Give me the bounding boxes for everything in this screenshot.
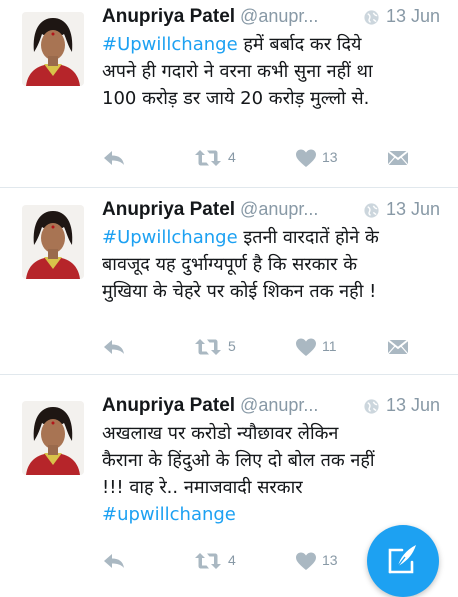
tweet-text-line: मुखिया के चेहरे पर कोई शिकन तक नही !: [102, 281, 377, 302]
hashtag-link[interactable]: #Upwillchange: [102, 34, 238, 55]
tweet-text: #Upwillchange इतनी वारदातें होने के बावज…: [102, 224, 458, 305]
tweet-text-line: इतनी वारदातें होने के: [237, 227, 379, 248]
globe-icon: [364, 399, 379, 414]
heart-icon: [296, 338, 316, 356]
reply-icon: [104, 151, 124, 165]
author-handle[interactable]: @anupr...: [240, 6, 318, 26]
tweet-header: Anupriya Patel @anupr... 13 Jun: [102, 395, 454, 421]
like-count: 13: [322, 149, 338, 165]
avatar[interactable]: [22, 401, 84, 475]
tweet-text-line: बावजूद यह दुर्भाग्यपूर्ण है कि सरकार के: [102, 254, 358, 275]
tweet-text-line: 100 करोड़ डर जाये 20 करोड़ मुल्लो से.: [102, 88, 370, 109]
reply-button[interactable]: [102, 148, 126, 170]
retweet-icon: [195, 150, 221, 166]
retweet-button[interactable]: [194, 551, 222, 573]
tweet-text-line: अखलाख पर करोडो न्यौछावर लेकिन: [102, 423, 339, 444]
heart-icon: [296, 552, 316, 570]
like-count: 11: [322, 338, 337, 354]
like-count: 13: [322, 552, 338, 568]
tweet-text-line: !!! वाह रे.. नमाजवादी सरकार: [102, 477, 303, 498]
tweet-text: अखलाख पर करोडो न्यौछावर लेकिन कैराना के …: [102, 420, 458, 528]
compose-tweet-button[interactable]: [367, 525, 439, 597]
like-button[interactable]: [295, 337, 317, 359]
direct-message-icon: [387, 339, 409, 355]
tweet-1[interactable]: Anupriya Patel @anupr... 13 Jun #Upwillch…: [0, 0, 458, 187]
author-name[interactable]: Anupriya Patel: [102, 6, 235, 27]
direct-message-button[interactable]: [387, 148, 409, 170]
like-button[interactable]: [295, 551, 317, 573]
tweet-text: #Upwillchange हमें बर्बाद कर दिये अपने ह…: [102, 31, 458, 112]
tweet-date[interactable]: 13 Jun: [386, 199, 440, 220]
reply-icon: [104, 340, 124, 354]
tweet-date[interactable]: 13 Jun: [386, 6, 440, 27]
retweet-count: 4: [228, 552, 236, 568]
reply-icon: [104, 554, 124, 568]
avatar[interactable]: [22, 205, 84, 279]
reply-button[interactable]: [102, 551, 126, 573]
tweet-actions: 5 11: [102, 337, 432, 359]
tweet-date[interactable]: 13 Jun: [386, 395, 440, 416]
retweet-icon: [195, 339, 221, 355]
retweet-icon: [195, 553, 221, 569]
like-button[interactable]: [295, 148, 317, 170]
globe-icon: [364, 10, 379, 25]
author-name[interactable]: Anupriya Patel: [102, 395, 235, 416]
tweet-header: Anupriya Patel @anupr... 13 Jun: [102, 6, 454, 32]
retweet-count: 4: [228, 149, 236, 165]
direct-message-icon: [387, 150, 409, 166]
author-handle[interactable]: @anupr...: [240, 395, 318, 415]
tweet-text-line: कैराना के हिंदुओ के लिए दो बोल तक नहीं: [102, 450, 375, 471]
reply-button[interactable]: [102, 337, 126, 359]
tweet-divider: [0, 374, 458, 375]
avatar[interactable]: [22, 12, 84, 86]
retweet-button[interactable]: [194, 148, 222, 170]
hashtag-link[interactable]: #upwillchange: [102, 501, 458, 528]
tweet-header: Anupriya Patel @anupr... 13 Jun: [102, 199, 454, 225]
direct-message-button[interactable]: [387, 337, 409, 359]
tweet-2[interactable]: Anupriya Patel @anupr... 13 Jun #Upwillch…: [0, 193, 458, 374]
compose-tweet-icon: [388, 545, 416, 574]
tweet-divider: [0, 187, 458, 188]
author-handle[interactable]: @anupr...: [240, 199, 318, 219]
tweet-actions: 4 13: [102, 148, 432, 170]
retweet-button[interactable]: [194, 337, 222, 359]
heart-icon: [296, 149, 316, 167]
tweet-text-line: अपने ही गदारो ने वरना कभी सुना नहीं था: [102, 61, 373, 82]
globe-icon: [364, 203, 379, 218]
author-name[interactable]: Anupriya Patel: [102, 199, 235, 220]
hashtag-link[interactable]: #Upwillchange: [102, 227, 238, 248]
tweet-text-line: हमें बर्बाद कर दिये: [237, 34, 362, 55]
retweet-count: 5: [228, 338, 236, 354]
